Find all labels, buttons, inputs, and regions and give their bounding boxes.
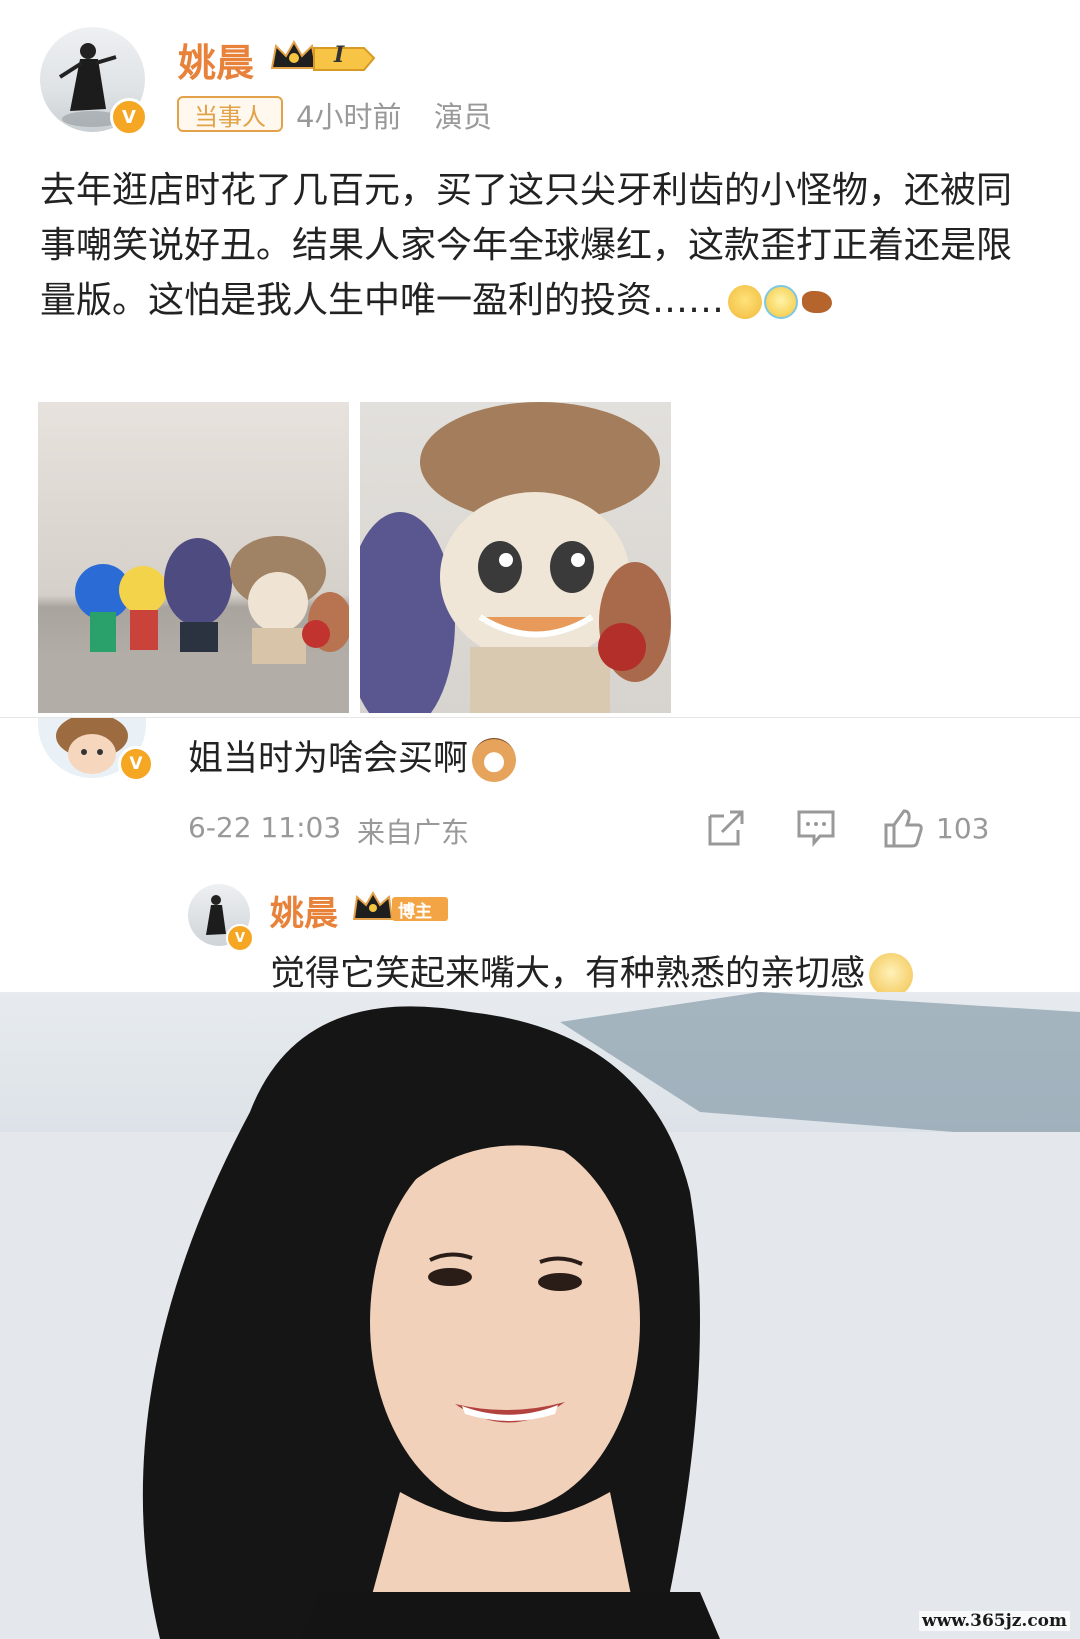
post-image-2[interactable] — [360, 402, 671, 713]
drumstick-emoji — [802, 291, 833, 313]
comment-body: 姐当时为啥会买啊 — [188, 739, 469, 779]
crown-icon — [270, 39, 376, 71]
post-divider — [0, 717, 1080, 718]
commenter-verified-icon: V — [118, 746, 154, 782]
blogger-badge: 博主 — [352, 891, 452, 925]
role-tag: 当事人 — [177, 96, 283, 132]
blogger-badge-label: 博主 — [398, 902, 432, 922]
reply-text: 觉得它笑起来嘴大，有种熟悉的亲切感 — [270, 945, 914, 997]
author-name[interactable]: 姚晨 — [178, 32, 254, 87]
doge-emoji — [728, 285, 763, 319]
reply-verified-icon: V — [226, 924, 254, 952]
like-icon — [884, 809, 923, 848]
verified-icon: V — [110, 98, 148, 136]
post-text: 去年逛店时花了几百元，买了这只尖牙利齿的小怪物，还被同事嘲笑说好丑。结果人家今年… — [40, 163, 1030, 328]
laugh-cry-emoji — [764, 285, 799, 319]
author-role: 演员 — [434, 100, 493, 134]
cat-emoji — [472, 738, 517, 782]
comment-text: 姐当时为啥会买啊 — [188, 730, 517, 782]
comment-date: 6-22 11:03 — [188, 811, 342, 844]
post-body: 去年逛店时花了几百元，买了这只尖牙利齿的小怪物，还被同事嘲笑说好丑。结果人家今年… — [40, 170, 1013, 321]
portrait-photo: www.365jz.com — [0, 992, 1080, 1639]
like-button[interactable]: 103 — [882, 806, 989, 850]
share-icon[interactable] — [706, 808, 746, 848]
member-level-badge[interactable]: I — [268, 38, 376, 78]
reply-author-name[interactable]: 姚晨 — [270, 886, 338, 935]
like-count: 103 — [936, 811, 990, 845]
doge-emoji — [869, 953, 914, 997]
watermark: www.365jz.com — [919, 1611, 1070, 1631]
comment-icon[interactable] — [796, 808, 836, 848]
post-image-1[interactable] — [38, 402, 349, 713]
comment-source: 来自广东 — [357, 816, 470, 849]
reply-body: 觉得它笑起来嘴大，有种熟悉的亲切感 — [270, 954, 866, 994]
level-number: I — [334, 42, 345, 68]
post-time: 4小时前 — [296, 100, 402, 134]
